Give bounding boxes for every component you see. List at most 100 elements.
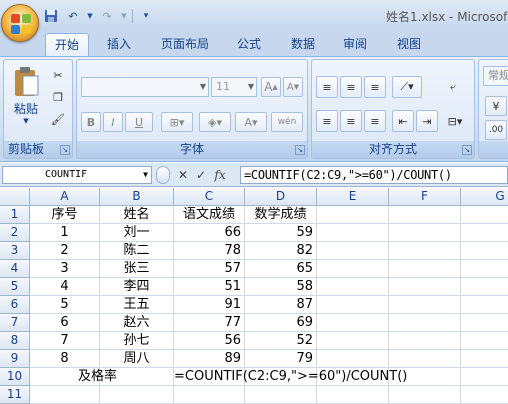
cell[interactable]: 李四: [100, 278, 174, 296]
row-header[interactable]: 1: [0, 206, 30, 224]
font-color-button[interactable]: A▾: [235, 112, 267, 132]
align-center-button[interactable]: ≡: [340, 110, 362, 132]
increase-indent-button[interactable]: ⇥: [416, 110, 438, 132]
format-painter-icon[interactable]: 🖌: [49, 110, 67, 128]
cancel-icon[interactable]: ✕: [175, 167, 191, 183]
cell[interactable]: [317, 278, 389, 296]
column-header-6[interactable]: G: [461, 188, 508, 206]
redo-dropdown-icon[interactable]: ▼: [120, 7, 128, 25]
tab-data[interactable]: 数据: [280, 33, 326, 56]
alignment-launcher-icon[interactable]: ↘: [462, 145, 472, 155]
align-middle-button[interactable]: ≡: [340, 76, 362, 98]
cell[interactable]: 52: [245, 332, 317, 350]
align-right-button[interactable]: ≡: [364, 110, 386, 132]
tab-review[interactable]: 审阅: [332, 33, 378, 56]
column-header-4[interactable]: E: [317, 188, 389, 206]
orientation-button[interactable]: ⟋▾: [392, 76, 422, 98]
cell[interactable]: 周八: [100, 350, 174, 368]
bold-button[interactable]: B: [81, 112, 101, 132]
undo-icon[interactable]: ↶: [64, 7, 82, 25]
increase-decimal-icon[interactable]: .00: [485, 120, 507, 140]
cell[interactable]: 56: [174, 332, 245, 350]
row-header[interactable]: 4: [0, 260, 30, 278]
align-bottom-button[interactable]: ≡: [364, 76, 386, 98]
borders-button[interactable]: ⊞▾: [161, 112, 193, 132]
cell[interactable]: [461, 242, 508, 260]
cell[interactable]: [389, 260, 461, 278]
cell[interactable]: [245, 386, 317, 404]
align-left-button[interactable]: ≡: [316, 110, 338, 132]
tab-home[interactable]: 开始: [45, 33, 89, 56]
italic-button[interactable]: I: [103, 112, 123, 132]
cell[interactable]: 语文成绩: [174, 206, 245, 224]
cell[interactable]: 66: [174, 224, 245, 242]
cell[interactable]: [461, 224, 508, 242]
row-header[interactable]: 11: [0, 386, 30, 404]
paste-button[interactable]: 粘贴 ▼: [8, 64, 44, 136]
column-header-5[interactable]: F: [389, 188, 461, 206]
cell[interactable]: [389, 206, 461, 224]
cell[interactable]: [174, 386, 245, 404]
cell[interactable]: [461, 278, 508, 296]
cell[interactable]: 王五: [100, 296, 174, 314]
cell[interactable]: [317, 260, 389, 278]
cell[interactable]: [30, 386, 100, 404]
formula-input[interactable]: =COUNTIF(C2:C9,">=60")/COUNT(): [240, 166, 508, 184]
font-launcher-icon[interactable]: ↘: [295, 145, 305, 155]
cell[interactable]: [461, 206, 508, 224]
cell[interactable]: [317, 332, 389, 350]
cell[interactable]: [461, 368, 508, 386]
cell[interactable]: 4: [30, 278, 100, 296]
select-all-corner[interactable]: [0, 188, 30, 206]
tab-page-layout[interactable]: 页面布局: [150, 33, 220, 56]
cell[interactable]: [100, 368, 174, 386]
grow-font-button[interactable]: A ▲: [261, 77, 281, 97]
cell[interactable]: 数学成绩: [245, 206, 317, 224]
cell[interactable]: [389, 386, 461, 404]
cell[interactable]: [317, 386, 389, 404]
merge-center-icon[interactable]: ⊟▾: [442, 110, 468, 132]
cell[interactable]: [317, 206, 389, 224]
column-header-0[interactable]: A: [30, 188, 100, 206]
cell[interactable]: 51: [174, 278, 245, 296]
cut-icon[interactable]: ✂: [49, 66, 67, 84]
tab-view[interactable]: 视图: [386, 33, 432, 56]
cell[interactable]: [389, 350, 461, 368]
cell[interactable]: 张三: [100, 260, 174, 278]
cell[interactable]: 78: [174, 242, 245, 260]
name-box-dropdown-icon[interactable]: ▼: [143, 167, 148, 183]
cell[interactable]: 8: [30, 350, 100, 368]
cell[interactable]: [317, 242, 389, 260]
cell[interactable]: 及格率: [30, 368, 117, 386]
cell[interactable]: [317, 296, 389, 314]
cell[interactable]: 陈二: [100, 242, 174, 260]
row-header[interactable]: 8: [0, 332, 30, 350]
cell[interactable]: 3: [30, 260, 100, 278]
phonetic-button[interactable]: wén: [271, 112, 303, 132]
cell[interactable]: 58: [245, 278, 317, 296]
cell[interactable]: 79: [245, 350, 317, 368]
row-header[interactable]: 5: [0, 278, 30, 296]
cell[interactable]: =COUNTIF(C2:C9,">=60")/COUNT(): [174, 368, 407, 386]
cell[interactable]: 姓名: [100, 206, 174, 224]
clipboard-launcher-icon[interactable]: ↘: [60, 145, 70, 155]
row-header[interactable]: 6: [0, 296, 30, 314]
cell[interactable]: 序号: [30, 206, 100, 224]
underline-button[interactable]: U: [125, 112, 153, 132]
cell[interactable]: 77: [174, 314, 245, 332]
cell[interactable]: 刘一: [100, 224, 174, 242]
cell[interactable]: 5: [30, 296, 100, 314]
row-header[interactable]: 3: [0, 242, 30, 260]
cell[interactable]: [389, 296, 461, 314]
row-header[interactable]: 10: [0, 368, 30, 386]
cell[interactable]: [317, 350, 389, 368]
cell[interactable]: 87: [245, 296, 317, 314]
cell[interactable]: 65: [245, 260, 317, 278]
cell[interactable]: [317, 314, 389, 332]
currency-format-icon[interactable]: ¥: [485, 96, 507, 116]
cell[interactable]: 6: [30, 314, 100, 332]
cell[interactable]: 孙七: [100, 332, 174, 350]
number-format-combo[interactable]: 常规: [483, 66, 508, 86]
cell[interactable]: [100, 386, 174, 404]
formula-bar-grip[interactable]: [156, 166, 170, 184]
